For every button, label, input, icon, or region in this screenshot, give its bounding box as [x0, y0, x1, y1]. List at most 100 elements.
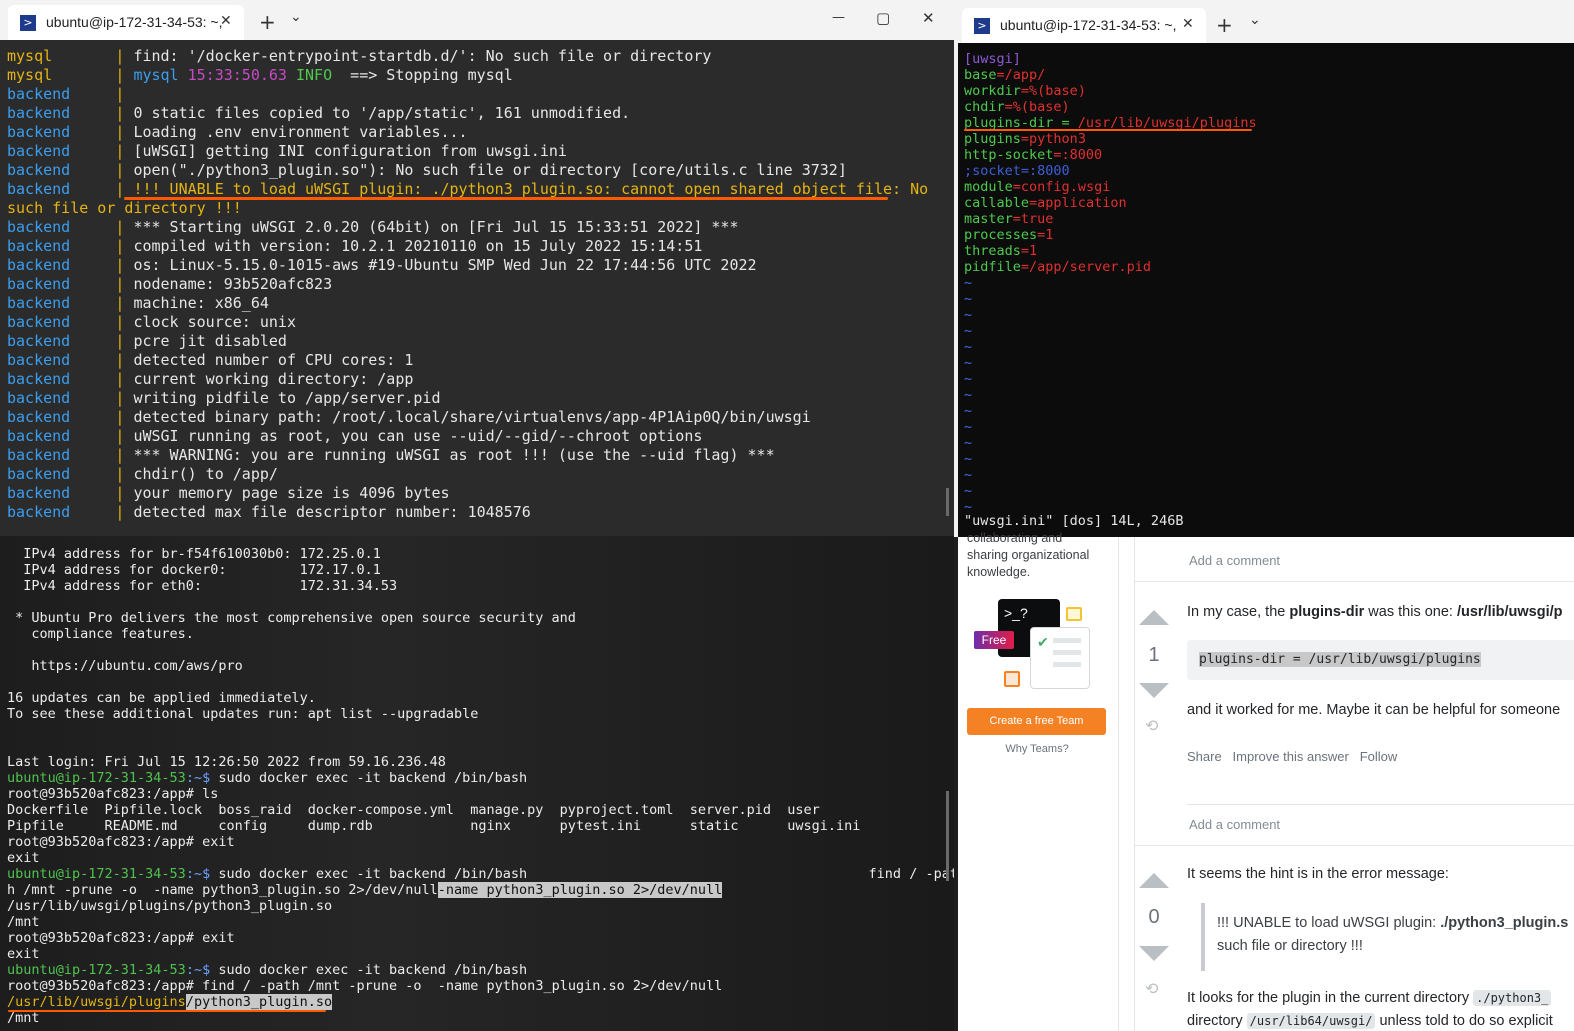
- ini-row: chdir=%(base): [964, 99, 1070, 115]
- answer-text: and it worked for me. Maybe it can be he…: [1187, 702, 1561, 718]
- left-terminal-tab[interactable]: > ubuntu@ip-172-31-34-53: ~, ✕: [8, 5, 244, 40]
- upvote-icon[interactable]: [1139, 610, 1169, 625]
- shell-output-line: exit: [7, 946, 40, 962]
- ini-row: workdir=%(base): [964, 83, 1086, 99]
- log-line: backend | pcre jit disabled: [7, 332, 287, 350]
- shell-output-line: compliance features.: [7, 626, 194, 642]
- close-tab-icon[interactable]: ✕: [1182, 16, 1194, 32]
- blockquote: !!! UNABLE to load uWSGI plugin: ./pytho…: [1201, 903, 1574, 971]
- empty-line-marker: ~: [964, 307, 973, 323]
- tab-title: ubuntu@ip-172-31-34-53: ~,: [46, 14, 223, 30]
- log-line: backend | detected binary path: /root/.l…: [7, 408, 811, 426]
- shell-output-line: Pipfile README.md config dump.rdb nginx …: [7, 818, 861, 834]
- ini-section-header: [uwsgi]: [964, 51, 1021, 67]
- stackoverflow-page: collaborating and sharing organizational…: [958, 531, 1574, 1031]
- ini-row: master=true: [964, 211, 1054, 227]
- shell-output-line: https://ubuntu.com/aws/pro: [7, 658, 243, 674]
- vote-count: 0: [1148, 906, 1160, 928]
- comment-area: Add a comment: [1187, 804, 1574, 845]
- right-terminal-tab[interactable]: > ubuntu@ip-172-31-34-53: ~, ✕: [962, 8, 1206, 43]
- post-menu: Share Improve this answer Follow: [1187, 749, 1397, 764]
- shell-prompt-line: ubuntu@ip-172-31-34-53:~$ sudo docker ex…: [7, 866, 954, 882]
- empty-line-marker: ~: [964, 483, 973, 499]
- upvote-icon[interactable]: [1139, 873, 1169, 888]
- empty-line-marker: ~: [964, 467, 973, 483]
- ini-row: http-socket=:8000: [964, 147, 1103, 163]
- minimize-button[interactable]: —: [832, 10, 845, 25]
- log-line: backend | your memory page size is 4096 …: [7, 484, 450, 502]
- log-line: backend | os: Linux-5.15.0-1015-aws #19-…: [7, 256, 757, 274]
- close-tab-icon[interactable]: ✕: [220, 13, 232, 29]
- checklist-card-icon: ✔: [1030, 627, 1090, 689]
- add-comment-link[interactable]: Add a comment: [1189, 817, 1280, 832]
- docker-compose-log-pane[interactable]: mysql | find: '/docker-entrypoint-startd…: [0, 40, 954, 536]
- ini-row: plugins=python3: [964, 131, 1086, 147]
- code-text: plugins-dir = /usr/lib/uwsgi/plugins: [1199, 652, 1481, 667]
- log-line: backend |: [7, 85, 134, 103]
- history-icon[interactable]: ⟲: [1145, 716, 1163, 735]
- log-line: backend | chdir() to /app/: [7, 465, 278, 483]
- empty-line-marker: ~: [964, 371, 973, 387]
- error-underline-annotation: [124, 197, 888, 200]
- answer-separator: [1135, 845, 1574, 846]
- powershell-icon: >: [20, 15, 36, 31]
- empty-line-marker: ~: [964, 355, 973, 371]
- create-free-team-button[interactable]: Create a free Team: [967, 708, 1106, 735]
- log-line: backend | nodename: 93b520afc823: [7, 275, 333, 293]
- empty-line-marker: ~: [964, 387, 973, 403]
- comment-area: Add a comment: [1135, 537, 1574, 582]
- log-line: backend | detected max file descriptor n…: [7, 503, 531, 521]
- new-tab-button[interactable]: +: [259, 10, 276, 34]
- log-line: backend | compiled with version: 10.2.1 …: [7, 237, 703, 255]
- shell-output-line: /mnt: [7, 914, 40, 930]
- log-line: backend | current working directory: /ap…: [7, 370, 414, 388]
- why-teams-link[interactable]: Why Teams?: [958, 743, 1116, 755]
- chat-bubble-orange-icon: [1004, 671, 1020, 687]
- scrollbar-thumb[interactable]: [946, 488, 949, 516]
- history-icon[interactable]: ⟲: [1145, 979, 1163, 998]
- empty-line-marker: ~: [964, 339, 973, 355]
- powershell-icon: >: [974, 18, 990, 34]
- ssh-shell-pane[interactable]: IPv4 address for br-f54f610030b0: 172.25…: [0, 536, 954, 1031]
- log-message: find: '/docker-entrypoint-startdb.d/': N…: [133, 47, 712, 65]
- shell-output-line: Last login: Fri Jul 15 12:26:50 2022 fro…: [7, 754, 446, 770]
- vim-editor[interactable]: [uwsgi] base=/app/ workdir=%(base) chdir…: [958, 43, 1574, 537]
- shell-output-found-line: /usr/lib/uwsgi/plugins/python3_plugin.so: [7, 994, 333, 1010]
- empty-line-marker: ~: [964, 419, 973, 435]
- answers-column: Add a comment 1 ⟲ In my case, the plugin…: [1134, 537, 1574, 1031]
- tab-dropdown-icon[interactable]: ⌄: [290, 9, 302, 25]
- shell-output-line: * Ubuntu Pro delivers the most comprehen…: [7, 610, 576, 626]
- log-line-error-wrap: such file or directory !!!: [7, 199, 242, 217]
- new-tab-button[interactable]: +: [1216, 13, 1233, 37]
- tab-dropdown-icon[interactable]: ⌄: [1249, 12, 1261, 28]
- share-link[interactable]: Share: [1187, 749, 1222, 764]
- empty-line-marker: ~: [964, 291, 973, 307]
- left-terminal-window: > ubuntu@ip-172-31-34-53: ~, ✕ + ⌄ — ▢ ✕…: [0, 0, 954, 1031]
- shell-output-line: IPv4 address for br-f54f610030b0: 172.25…: [7, 546, 381, 562]
- log-line: backend | *** WARNING: you are running u…: [7, 446, 775, 464]
- answer-text: It seems the hint is in the error messag…: [1187, 866, 1449, 882]
- downvote-icon[interactable]: [1139, 683, 1169, 698]
- tab-title: ubuntu@ip-172-31-34-53: ~,: [1000, 17, 1177, 33]
- vote-count: 1: [1148, 644, 1160, 666]
- shell-prompt-line: root@93b520afc823:/app# exit: [7, 834, 235, 850]
- shell-output-line: exit: [7, 850, 40, 866]
- promo-text: collaborating and sharing organizational…: [967, 531, 1090, 579]
- left-titlebar: > ubuntu@ip-172-31-34-53: ~, ✕ + ⌄ — ▢ ✕: [0, 0, 954, 40]
- log-line: backend | Loading .env environment varia…: [7, 123, 468, 141]
- log-line: backend | machine: x86_64: [7, 294, 269, 312]
- maximize-button[interactable]: ▢: [876, 9, 890, 27]
- empty-line-marker: ~: [964, 435, 973, 451]
- add-comment-link[interactable]: Add a comment: [1189, 553, 1280, 568]
- ini-row: callable=application: [964, 195, 1127, 211]
- downvote-icon[interactable]: [1139, 946, 1169, 961]
- log-line: backend | 0 static files copied to '/app…: [7, 104, 631, 122]
- follow-link[interactable]: Follow: [1360, 749, 1398, 764]
- scrollbar-thumb[interactable]: [946, 791, 949, 881]
- shell-output-line: /mnt: [7, 1010, 40, 1026]
- shell-output-line: h /mnt -prune -o -name python3_plugin.so…: [7, 882, 723, 898]
- improve-answer-link[interactable]: Improve this answer: [1233, 749, 1349, 764]
- log-line: backend | detected number of CPU cores: …: [7, 351, 414, 369]
- free-badge: Free: [974, 631, 1014, 649]
- close-window-button[interactable]: ✕: [922, 9, 935, 27]
